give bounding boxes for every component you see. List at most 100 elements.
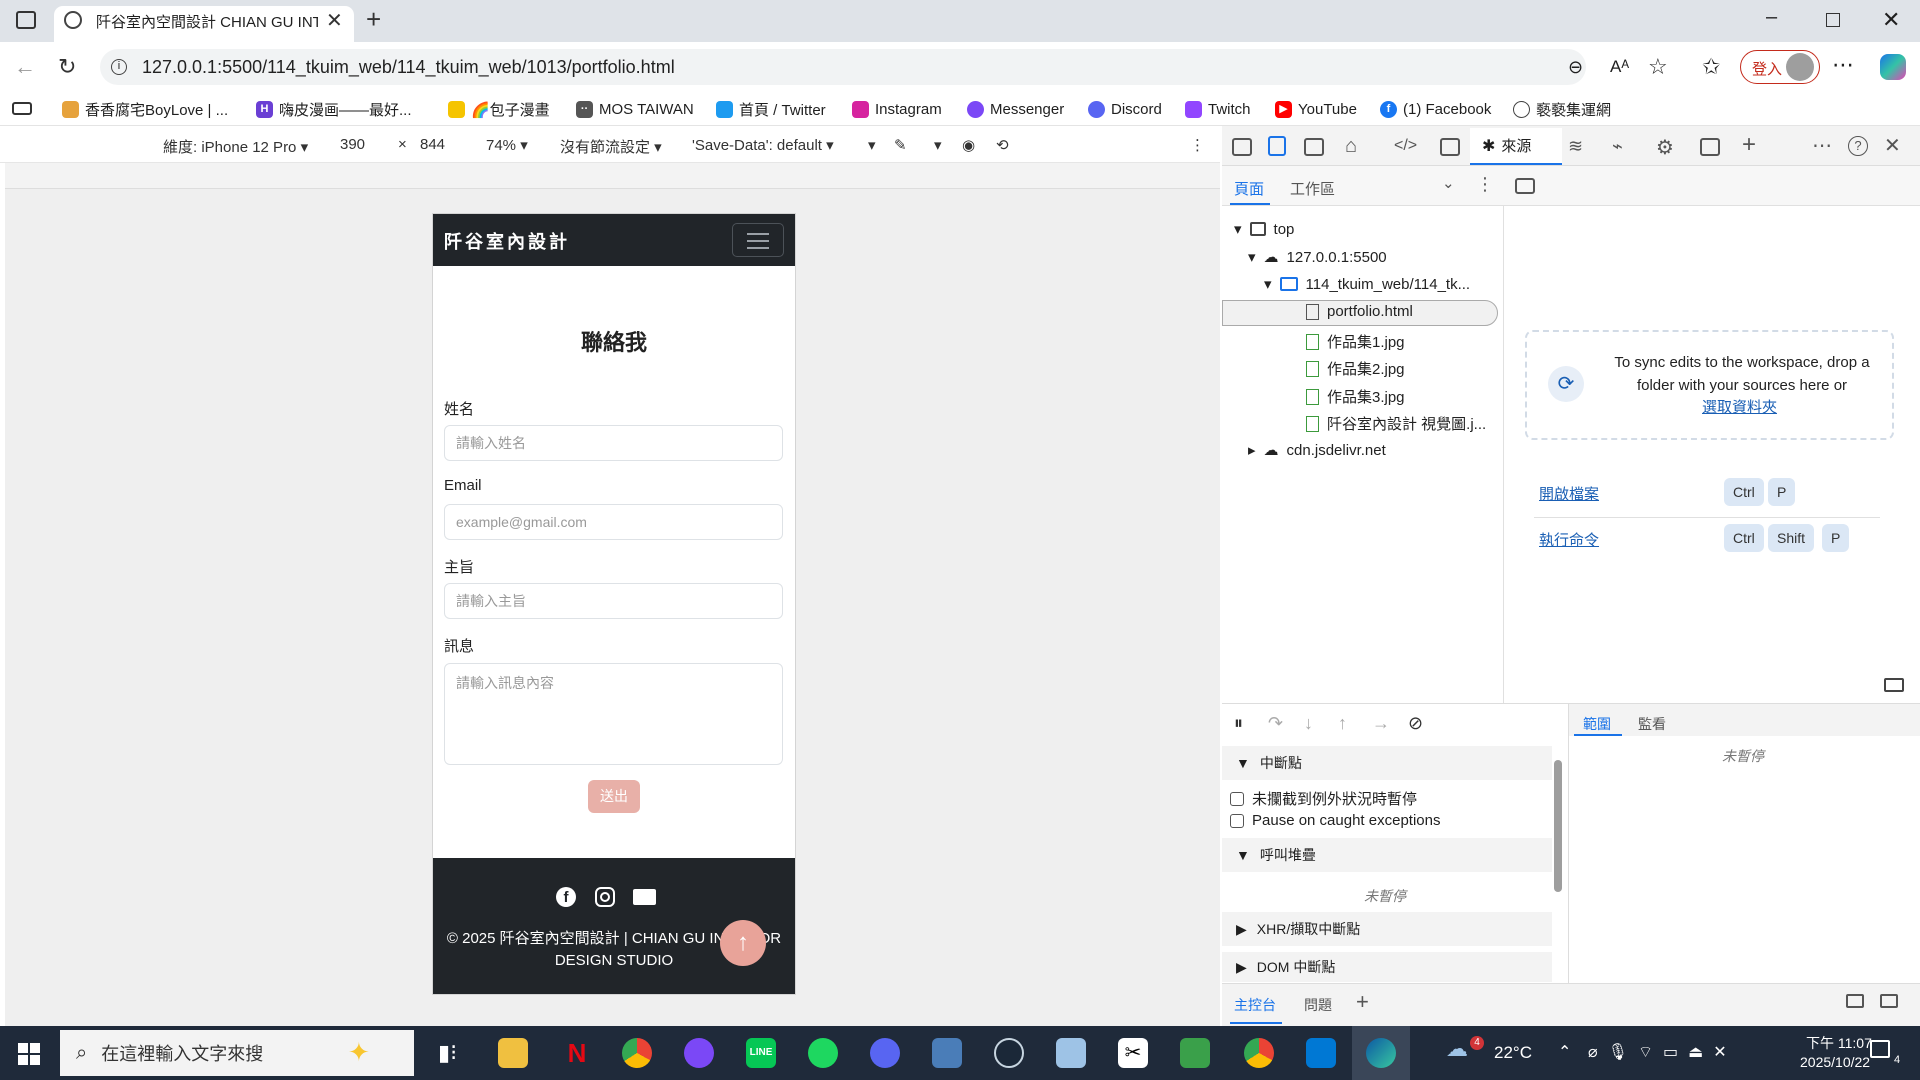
back-to-top-button[interactable]: ↑: [720, 920, 766, 966]
line-icon[interactable]: LINE: [746, 1038, 776, 1068]
facebook-icon[interactable]: f: [556, 887, 576, 907]
back-icon[interactable]: ←: [14, 54, 36, 80]
tab-scope[interactable]: 範圍: [1583, 714, 1611, 734]
save-data-select[interactable]: 'Save-Data': default ▾: [692, 136, 834, 154]
close-window-icon[interactable]: ✕: [1882, 7, 1900, 33]
step-into-icon[interactable]: ↓: [1304, 713, 1313, 734]
drawer-tab-issues[interactable]: 問題: [1304, 995, 1332, 1015]
new-tab-button[interactable]: +: [366, 4, 381, 35]
favorite-item-8[interactable]: Twitch: [1185, 99, 1251, 119]
email-icon[interactable]: [633, 889, 656, 905]
chevron-down-icon[interactable]: ⌄: [1442, 174, 1455, 192]
help-icon[interactable]: ?: [1848, 136, 1868, 156]
network-icon[interactable]: ≋: [1568, 136, 1583, 157]
close-devtools-icon[interactable]: ✕: [1884, 133, 1901, 158]
deactivate-breakpoints-icon[interactable]: ⊘: [1408, 713, 1423, 734]
more-icon[interactable]: ⋯: [1832, 52, 1854, 78]
message-field[interactable]: [444, 663, 783, 765]
open-file-link[interactable]: 開啟檔案: [1539, 483, 1599, 504]
chrome-icon[interactable]: [1244, 1038, 1274, 1068]
step-over-icon[interactable]: ↷: [1268, 713, 1283, 734]
favorite-item-1[interactable]: H 嗨皮漫画——最好...: [256, 99, 412, 119]
spotify-icon[interactable]: [808, 1038, 838, 1068]
quick-source-icon[interactable]: [1884, 678, 1904, 692]
toggle-sidebar-icon[interactable]: [1515, 178, 1535, 194]
navigator-menu-icon[interactable]: ⋮: [1476, 174, 1494, 195]
run-command-link[interactable]: 執行命令: [1539, 529, 1599, 550]
console-icon[interactable]: [1440, 138, 1460, 156]
subtab-page[interactable]: 頁面: [1234, 178, 1264, 199]
welcome-home-icon[interactable]: ⌂: [1345, 135, 1357, 158]
tree-file-image[interactable]: 作品集2.jpg: [1306, 358, 1405, 379]
vision-deficiency-icon[interactable]: ◉: [962, 136, 975, 154]
caret-icon[interactable]: ▾: [934, 136, 942, 154]
tree-file-image[interactable]: 作品集3.jpg: [1306, 386, 1405, 407]
instagram-icon[interactable]: [595, 887, 615, 907]
width-input[interactable]: 390: [340, 136, 365, 153]
app-icon[interactable]: [1180, 1038, 1210, 1068]
navbar-brand[interactable]: 阡谷室內設計: [444, 228, 570, 254]
height-input[interactable]: 844: [420, 136, 445, 153]
favorite-item-3[interactable]: ·· MOS TAIWAN: [576, 99, 694, 119]
tray-chevron-icon[interactable]: ⌃: [1558, 1042, 1571, 1062]
subtab-workspace[interactable]: 工作區: [1290, 178, 1335, 199]
netflix-icon[interactable]: N: [562, 1038, 592, 1068]
xhr-breakpoints-section-header[interactable]: ▶ XHR/擷取中斷點: [1222, 912, 1552, 946]
elements-icon[interactable]: </>: [1394, 137, 1417, 155]
clock-date[interactable]: 2025/10/22: [1800, 1054, 1870, 1070]
email-field[interactable]: [444, 504, 783, 540]
edge-icon[interactable]: [1366, 1038, 1396, 1068]
zoom-icon[interactable]: ⊖: [1568, 57, 1583, 78]
favorite-item-0[interactable]: 香香腐宅BoyLove | ...: [62, 99, 228, 119]
zoom-select[interactable]: 74% ▾: [486, 136, 528, 154]
chrome-icon[interactable]: [622, 1038, 652, 1068]
tree-item-cdn[interactable]: ▸ ☁ cdn.jsdelivr.net: [1248, 441, 1386, 460]
checkbox[interactable]: [1230, 813, 1244, 828]
inspect-icon[interactable]: [1232, 138, 1252, 156]
device-select[interactable]: 維度: iPhone 12 Pro ▾: [163, 136, 308, 157]
toolbar-menu-icon[interactable]: ⋮: [1190, 136, 1205, 154]
device-toggle-icon[interactable]: [1268, 136, 1286, 156]
copilot-icon[interactable]: [1880, 54, 1906, 80]
maximize-icon[interactable]: [1826, 13, 1840, 27]
favorite-item-4[interactable]: 首頁 / Twitter: [716, 99, 826, 119]
favorite-item-9[interactable]: ▶ YouTube: [1275, 99, 1357, 119]
clock-time[interactable]: 下午 11:07: [1806, 1033, 1872, 1053]
drawer-close-icon[interactable]: [1880, 994, 1898, 1008]
reload-icon[interactable]: ↻: [58, 54, 76, 80]
site-info-icon[interactable]: i: [111, 59, 127, 75]
pause-uncaught-option[interactable]: 未攔截到例外狀況時暫停: [1230, 788, 1417, 809]
more-options-caret-icon[interactable]: ▾: [868, 136, 876, 154]
performance-icon[interactable]: ⌁: [1612, 136, 1623, 157]
drawer-dock-icon[interactable]: [1846, 994, 1864, 1008]
pause-icon[interactable]: ⏸: [1234, 713, 1243, 734]
dom-breakpoints-section-header[interactable]: ▶ DOM 中斷點: [1222, 952, 1552, 982]
tree-item-folder[interactable]: ▾ 114_tkuim_web/114_tk...: [1264, 275, 1470, 294]
app-icon[interactable]: [932, 1038, 962, 1068]
favorite-item-2[interactable]: 🌈包子漫畫: [448, 99, 550, 119]
step-icon[interactable]: →: [1372, 713, 1390, 734]
app-cube-icon[interactable]: [1056, 1038, 1086, 1068]
rotate-icon[interactable]: ⟲: [996, 136, 1009, 154]
select-folder-link[interactable]: 選取資料夾: [1702, 396, 1777, 417]
tree-file-image[interactable]: 阡谷室內設計 視覺圖.j...: [1306, 413, 1486, 434]
devtools-more-icon[interactable]: ⋯: [1812, 133, 1832, 158]
debugger-scrollbar[interactable]: [1554, 760, 1562, 892]
favorite-item-6[interactable]: Messenger: [967, 99, 1064, 119]
hamburger-menu-button[interactable]: [732, 223, 784, 257]
breakpoints-section-header[interactable]: ▼ 中斷點: [1222, 746, 1552, 780]
eyedropper-icon[interactable]: ✎: [894, 136, 907, 154]
windows-start-icon[interactable]: [18, 1043, 40, 1065]
sidebar-toggle-icon[interactable]: [16, 11, 36, 29]
favorite-item-5[interactable]: Instagram: [852, 99, 942, 119]
discord-icon[interactable]: [870, 1038, 900, 1068]
add-tool-icon[interactable]: +: [1742, 131, 1756, 159]
drawer-tab-console[interactable]: 主控台: [1234, 995, 1276, 1015]
drawer-add-icon[interactable]: +: [1356, 989, 1369, 1015]
throttle-select[interactable]: 沒有節流設定 ▾: [560, 136, 662, 157]
sources-tab[interactable]: ✱ 來源: [1470, 128, 1562, 165]
capcut-icon[interactable]: ✂: [1118, 1038, 1148, 1068]
name-field[interactable]: [444, 425, 783, 461]
file-explorer-icon[interactable]: [498, 1038, 528, 1068]
messenger-icon[interactable]: [684, 1038, 714, 1068]
